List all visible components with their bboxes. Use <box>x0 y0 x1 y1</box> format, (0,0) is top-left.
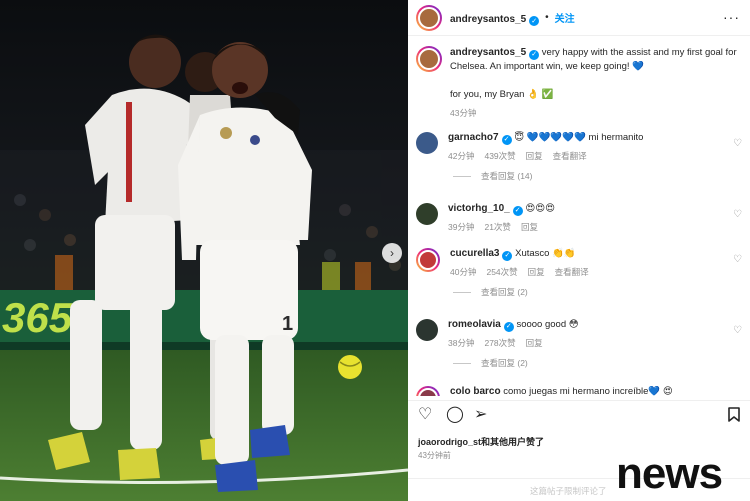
share-icon[interactable]: ➢ <box>474 407 487 423</box>
commenter-username[interactable]: garnacho7 <box>448 132 499 143</box>
bookmark-icon[interactable] <box>728 407 740 426</box>
verified-badge-icon: ✓ <box>502 251 513 261</box>
author-avatar[interactable] <box>416 4 442 31</box>
action-bar: ♡ ◯ ➢ <box>408 400 750 430</box>
commenter-username[interactable]: romeolavia <box>448 319 501 330</box>
comment-item: garnacho7 ✓ 😇 💙💙💙💙💙 mi hermanito 42分钟 439… <box>416 132 746 182</box>
next-photo-button[interactable]: › <box>382 243 402 263</box>
commenter-username[interactable]: colo barco <box>450 386 501 396</box>
comment-text: Xutasco 👏👏 <box>515 248 576 259</box>
comment-likes[interactable]: 21次赞 <box>484 221 510 233</box>
comments-restricted-text: 这篇帖子限制评论了 <box>530 486 607 496</box>
translate-button[interactable]: 查看翻译 <box>555 266 589 278</box>
separator-dot: • <box>545 12 549 23</box>
commenter-username[interactable]: victorhg_10_ <box>448 203 510 214</box>
comment-item: romeolavia ✓ soooo good 😳 38分钟 278次赞 回复 ♡… <box>416 319 746 369</box>
view-replies-button[interactable]: 查看回复 (2) <box>453 286 746 298</box>
comment-time: 38分钟 <box>448 338 475 348</box>
view-replies-label: 查看回复 (2) <box>481 358 528 368</box>
comment-item: victorhg_10_ ✓ 😍😍😍 39分钟 21次赞 回复 ♡ <box>416 203 746 233</box>
author-username[interactable]: andreysantos_5 <box>450 14 526 25</box>
commenter-avatar[interactable] <box>416 132 438 154</box>
commenter-avatar[interactable] <box>416 203 438 225</box>
chevron-right-icon: › <box>390 246 394 260</box>
author-name-wrap: andreysantos_5 ✓ <box>450 9 540 27</box>
comment-time: 40分钟 <box>450 267 477 277</box>
caption-time: 43分钟 <box>450 108 477 118</box>
comment-time: 39分钟 <box>448 222 475 232</box>
caption-text: andreysantos_5 ✓ very happy with the assi… <box>450 46 740 120</box>
verified-badge-icon: ✓ <box>501 135 512 145</box>
likes-summary: joaorodrigo_st和其他用户赞了 <box>418 435 544 448</box>
photo-illustration: 365 1 <box>0 34 408 501</box>
reply-button[interactable]: 回复 <box>526 337 543 349</box>
comment-item: cucurella3 ✓ Xutasco 👏👏 40分钟 254次赞 回复 查看翻… <box>416 248 746 298</box>
comment-text: 😇 💙💙💙💙💙 mi hermanito <box>514 132 644 143</box>
commenter-avatar[interactable] <box>416 386 440 396</box>
comment-text: soooo good 😳 <box>516 319 579 330</box>
liked-by-username[interactable]: joaorodrigo_st <box>418 437 481 447</box>
more-options-icon[interactable]: ··· <box>723 9 740 25</box>
view-replies-button[interactable]: 查看回复 (14) <box>453 170 746 182</box>
comment-text: 😍😍😍 <box>525 203 556 214</box>
caption: andreysantos_5 ✓ very happy with the assi… <box>416 46 742 120</box>
comment-likes[interactable]: 254次赞 <box>486 266 517 278</box>
comment-like-heart-icon[interactable]: ♡ <box>733 325 742 336</box>
view-replies-label: 查看回复 (14) <box>481 171 533 181</box>
commenter-avatar[interactable] <box>416 319 438 341</box>
commenter-avatar[interactable] <box>416 248 440 272</box>
comment-text: como juegas mi hermano increíble💙 😍 <box>503 386 673 396</box>
comment-time: 42分钟 <box>448 151 475 161</box>
liked-by-rest[interactable]: 和其他用户赞了 <box>481 437 544 447</box>
news-watermark: news <box>616 449 723 498</box>
reply-button[interactable]: 回复 <box>528 266 545 278</box>
caption-line2: for you, my Bryan 👌 ✅ <box>450 89 554 100</box>
comment-like-heart-icon[interactable]: ♡ <box>733 254 742 265</box>
reply-button[interactable]: 回复 <box>526 150 543 162</box>
translate-button[interactable]: 查看翻译 <box>553 150 587 162</box>
reply-button[interactable]: 回复 <box>521 221 538 233</box>
verified-badge-icon: ✓ <box>529 50 540 60</box>
post-header: andreysantos_5 ✓ • 关注 ··· <box>408 0 750 36</box>
verified-badge-icon: ✓ <box>512 206 523 216</box>
post-photo: 365 1 › <box>0 0 408 501</box>
follow-button[interactable]: 关注 <box>555 10 575 25</box>
comment-item: colo barco como juegas mi hermano increí… <box>416 386 746 396</box>
svg-text:1: 1 <box>282 313 293 335</box>
comment-likes[interactable]: 278次赞 <box>484 337 515 349</box>
verified-badge-icon: ✓ <box>503 322 514 332</box>
svg-text:365: 365 <box>2 294 73 341</box>
comment-likes[interactable]: 439次赞 <box>484 150 515 162</box>
caption-username[interactable]: andreysantos_5 <box>450 47 526 58</box>
post-time: 43分钟前 <box>418 451 451 460</box>
verified-badge-icon: ✓ <box>529 15 540 26</box>
comment-like-heart-icon[interactable]: ♡ <box>733 209 742 220</box>
caption-avatar[interactable] <box>416 46 442 72</box>
post-detail-panel: andreysantos_5 ✓ • 关注 ··· andreysantos_5 ✓… <box>408 0 750 501</box>
heart-icon[interactable]: ♡ <box>418 407 432 423</box>
commenter-username[interactable]: cucurella3 <box>450 248 499 259</box>
view-replies-button[interactable]: 查看回复 (2) <box>453 357 746 369</box>
comment-like-heart-icon[interactable]: ♡ <box>733 138 742 149</box>
comments-feed[interactable]: andreysantos_5 ✓ very happy with the assi… <box>408 36 750 396</box>
view-replies-label: 查看回复 (2) <box>481 287 528 297</box>
comment-icon[interactable]: ◯ <box>446 407 464 423</box>
